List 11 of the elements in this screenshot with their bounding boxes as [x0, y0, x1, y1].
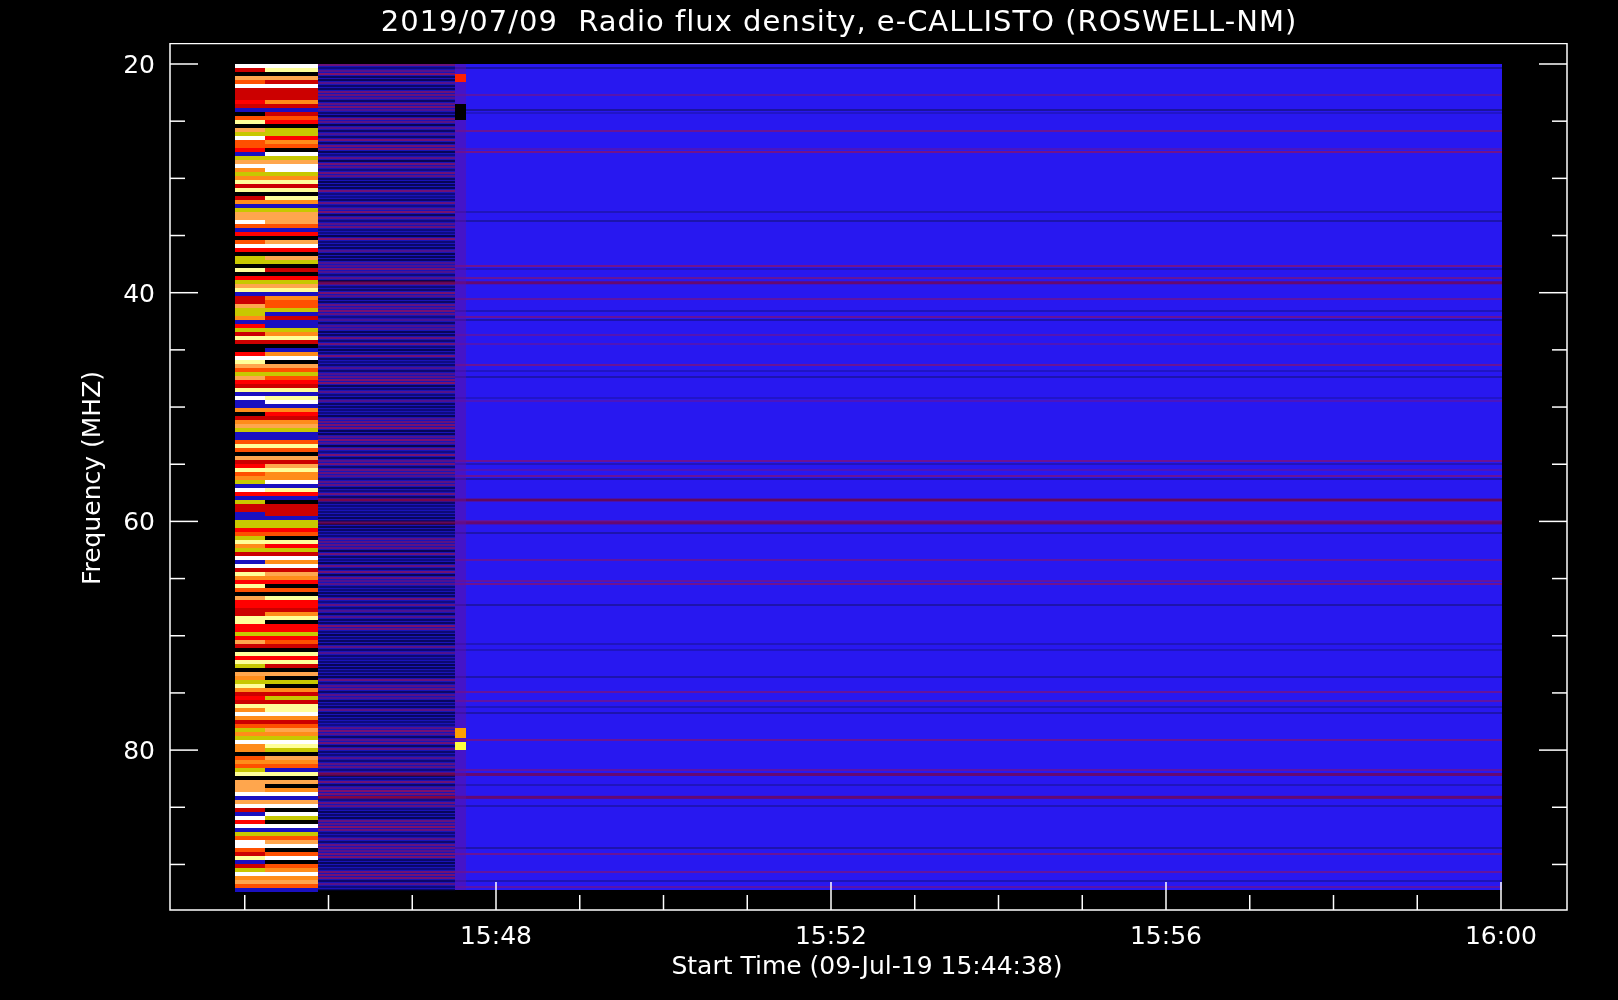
y-tick-label: 20	[123, 50, 155, 79]
x-tick-label: 15:56	[1130, 921, 1202, 950]
x-tick-label: 15:48	[460, 921, 532, 950]
y-tick-label: 40	[123, 278, 155, 308]
y-tick-label: 60	[123, 507, 155, 537]
x-tick-label: 16:00	[1465, 921, 1537, 950]
y-tick-label: 80	[123, 736, 155, 766]
chart-title: 2019/07/09 Radio flux density, e-CALLISTO (ROSWELL-NM)	[380, 7, 1298, 36]
x-axis-label: Start Time (09-Jul-19 15:44:38)	[671, 951, 1063, 980]
x-tick-label: 15:52	[795, 921, 867, 950]
y-axis-label: Frequency (MHZ)	[77, 370, 106, 586]
